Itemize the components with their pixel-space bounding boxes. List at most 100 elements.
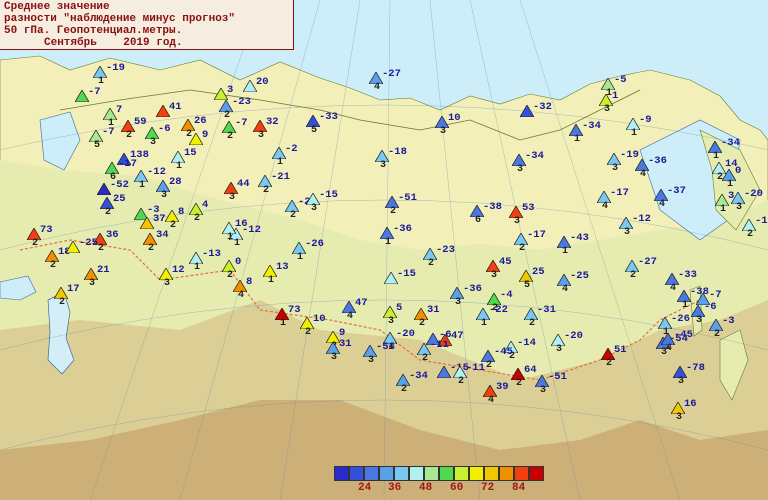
station-triangle-icon xyxy=(189,133,203,145)
station-count: 3 xyxy=(150,137,157,148)
station-value: -33 xyxy=(678,269,697,281)
station-count: 2 xyxy=(428,258,435,269)
legend-swatch xyxy=(529,466,544,481)
title-line-3: 50 гПа. Геопотенциал.метры. xyxy=(4,25,183,37)
station-triangle-icon xyxy=(75,90,89,102)
legend-label-36: 36 xyxy=(388,482,402,494)
legend-labels: 24 36 48 60 72 84 xyxy=(334,481,544,495)
station-value: 39 xyxy=(496,381,509,393)
title-line-1: Среднее значение xyxy=(4,1,110,13)
station-value: 37 xyxy=(153,213,166,225)
station-value: 31 xyxy=(339,338,352,350)
station-value: -20 xyxy=(396,328,415,340)
station-count: 3 xyxy=(161,190,168,201)
station-count: 1 xyxy=(280,318,287,329)
station-count: 1 xyxy=(139,180,146,191)
station-count: 4 xyxy=(666,343,673,354)
station-triangle-icon xyxy=(66,241,80,253)
station-count: 1 xyxy=(268,275,275,286)
legend-label-84: 84 xyxy=(512,482,526,494)
legend-swatch xyxy=(439,466,454,481)
legend-label-72: 72 xyxy=(481,482,495,494)
station-value: -37 xyxy=(667,185,686,197)
station-value: -21 xyxy=(271,171,290,183)
station-value: -15 xyxy=(319,189,338,201)
color-legend: 24 36 48 60 72 84 xyxy=(334,466,544,495)
station-count: 3 xyxy=(517,164,524,175)
station-value: 13 xyxy=(276,261,289,273)
station-count: 3 xyxy=(696,315,703,326)
station-count: 2 xyxy=(194,213,201,224)
station-count: 2 xyxy=(50,260,57,271)
station-value: -3 xyxy=(722,315,735,327)
station-count: 3 xyxy=(678,376,685,387)
station-count: 3 xyxy=(491,270,498,281)
station-count: 2 xyxy=(419,318,426,329)
station-value: -7 xyxy=(88,86,101,98)
station-value: 36 xyxy=(106,229,119,241)
station-count: 4 xyxy=(659,199,666,210)
station-value: -7 xyxy=(709,289,722,301)
station-value: -36 xyxy=(648,155,667,167)
station-count: 4 xyxy=(670,283,677,294)
station-count: 1 xyxy=(562,246,569,257)
station-value: -38 xyxy=(483,201,502,213)
station-value: 12 xyxy=(172,264,185,276)
station-count: 1 xyxy=(176,161,183,172)
station-count: 3 xyxy=(540,385,547,396)
station-count: 3 xyxy=(556,344,563,355)
station-count: 2 xyxy=(390,206,397,217)
station-count: 1 xyxy=(385,237,392,248)
station-value: 47 xyxy=(451,330,464,342)
station-value: -23 xyxy=(436,244,455,256)
station-value: 8 xyxy=(178,206,185,218)
station-value: 17 xyxy=(67,283,80,295)
station-count: 5 xyxy=(524,280,531,291)
legend-swatch xyxy=(334,466,349,481)
legend-swatch xyxy=(394,466,409,481)
station-value: -13 xyxy=(202,248,221,260)
station-value: -52 xyxy=(110,179,129,191)
station-value: -17 xyxy=(610,187,629,199)
station-count: 6 xyxy=(475,215,482,226)
legend-swatch xyxy=(499,466,514,481)
station-count: 2 xyxy=(224,110,231,121)
station-count: 3 xyxy=(331,352,338,363)
station-count: 2 xyxy=(305,327,312,338)
station-count: 1 xyxy=(227,232,234,243)
station-count: 2 xyxy=(747,229,754,240)
station-count: 3 xyxy=(736,202,743,213)
legend-swatch xyxy=(454,466,469,481)
map-title-box: Среднее значение разности "наблюдение ми… xyxy=(0,0,294,50)
station-count: 3 xyxy=(624,227,631,238)
station-value: -17 xyxy=(118,158,137,170)
station-count: 1 xyxy=(720,204,727,215)
station-triangle-icon xyxy=(437,366,451,378)
station-count: 3 xyxy=(258,130,265,141)
station-value: -43 xyxy=(570,232,589,244)
station-count: 1 xyxy=(631,128,638,139)
station-value: -1 xyxy=(755,215,768,227)
station-count: 4 xyxy=(374,82,381,93)
station-value: 1 xyxy=(612,90,619,102)
station-value: -14 xyxy=(517,337,536,349)
legend-label-60: 60 xyxy=(450,482,464,494)
station-value: 10 xyxy=(313,313,326,325)
station-value: -34 xyxy=(582,120,601,132)
station-count: 3 xyxy=(229,192,236,203)
station-value: -9 xyxy=(639,114,652,126)
station-value: -51 xyxy=(398,192,417,204)
station-value: -7 xyxy=(235,117,248,129)
station-count: 1 xyxy=(574,134,581,145)
station-value: -34 xyxy=(409,370,428,382)
station-triangle-icon xyxy=(140,217,154,229)
station-triangle-icon xyxy=(243,80,257,92)
legend-label-48: 48 xyxy=(419,482,433,494)
station-value: -54 xyxy=(376,341,395,353)
station-value: -32 xyxy=(533,101,552,113)
station-value: 16 xyxy=(684,398,697,410)
station-value: -33 xyxy=(319,111,338,123)
station-value: 34 xyxy=(156,229,169,241)
station-count: 2 xyxy=(290,210,297,221)
title-line-2: разности "наблюдение минус прогноз" xyxy=(4,13,236,25)
